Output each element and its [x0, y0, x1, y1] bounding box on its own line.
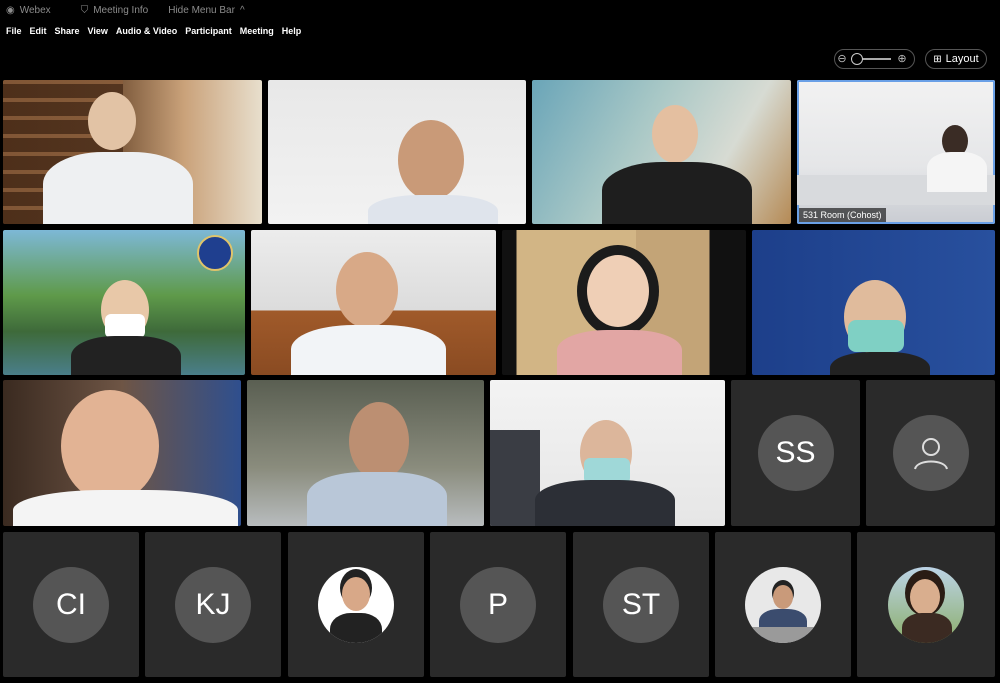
participant-body [602, 162, 752, 224]
participant-head [652, 105, 698, 163]
menu-audio-video[interactable]: Audio & Video [116, 26, 177, 36]
menu-file[interactable]: File [6, 26, 22, 36]
hide-menu-bar-button[interactable]: Hide Menu Bar ^ [168, 5, 249, 16]
layout-label: Layout [945, 53, 979, 65]
webex-app: ◉ Webex [6, 5, 51, 16]
webex-logo-icon: ◉ [6, 4, 15, 16]
participant-body [13, 490, 238, 526]
video-tile-8[interactable] [752, 230, 995, 375]
video-tile-2[interactable] [268, 80, 526, 224]
video-tile-1[interactable] [3, 80, 262, 224]
profile-photo-avatar [745, 566, 821, 643]
participant-body [557, 330, 682, 375]
video-tile-6[interactable] [251, 230, 496, 375]
menu-edit[interactable]: Edit [30, 26, 47, 36]
participant-body [291, 325, 446, 375]
video-tile-9[interactable] [3, 380, 241, 526]
zoom-in-icon[interactable]: ⊕ [895, 52, 909, 66]
participant-tile-st[interactable]: ST [573, 532, 709, 677]
participant-tile-ss[interactable]: SS [731, 380, 860, 526]
participant-body [927, 152, 987, 192]
participant-tile-no-video[interactable] [866, 380, 995, 526]
initials-avatar: KJ [175, 566, 251, 643]
layout-button[interactable]: ⊞ Layout [925, 49, 987, 69]
hide-menu-bar-label: Hide Menu Bar [168, 4, 235, 16]
zoom-slider[interactable] [851, 53, 891, 65]
participant-tile-ci[interactable]: CI [3, 532, 139, 677]
menu-meeting[interactable]: Meeting [240, 26, 274, 36]
initials-avatar: SS [757, 415, 834, 491]
menu-help[interactable]: Help [282, 26, 302, 36]
video-tile-5[interactable] [3, 230, 245, 375]
participant-tile-photo-1[interactable] [288, 532, 424, 677]
tile-name-label: 531 Room (Cohost) [799, 208, 886, 222]
initials-avatar: P [460, 566, 536, 643]
zoom-out-icon[interactable]: ⊖ [835, 52, 849, 66]
grid-layout-icon: ⊞ [933, 53, 942, 65]
initials-avatar: ST [603, 566, 679, 643]
shield-icon: ⛉ [80, 4, 89, 16]
default-user-icon [892, 415, 969, 491]
participant-body [368, 195, 498, 224]
initials-avatar: CI [33, 566, 109, 643]
menu-bar: File Edit Share View Audio & Video Parti… [0, 22, 303, 40]
title-bar: ◉ Webex ⛉ Meeting Info Hide Menu Bar ^ [0, 0, 1000, 20]
participant-body [307, 472, 447, 526]
video-zoom-control: ⊖ ⊕ [834, 49, 915, 69]
video-tile-7[interactable] [502, 230, 746, 375]
profile-photo-avatar [318, 566, 394, 643]
chevron-up-icon: ^ [239, 4, 245, 16]
door [490, 430, 540, 526]
profile-photo-avatar [888, 566, 964, 643]
university-seal-icon [197, 235, 233, 271]
participant-head [398, 120, 464, 200]
participant-head [587, 255, 649, 327]
video-tile-3[interactable] [532, 80, 791, 224]
participant-tile-kj[interactable]: KJ [145, 532, 281, 677]
menu-share[interactable]: Share [55, 26, 80, 36]
participant-head [336, 252, 398, 328]
participant-tile-photo-2[interactable] [715, 532, 851, 677]
video-tile-10[interactable] [247, 380, 484, 526]
zoom-slider-knob[interactable] [851, 53, 863, 65]
participant-tile-p[interactable]: P [430, 532, 566, 677]
video-tile-room-cohost[interactable]: 531 Room (Cohost) [797, 80, 995, 224]
participant-head [349, 402, 409, 480]
participant-head [88, 92, 136, 150]
app-title: Webex [19, 4, 51, 16]
participant-body [71, 336, 181, 375]
meeting-info-button[interactable]: ⛉ Meeting Info [81, 5, 149, 16]
menu-view[interactable]: View [88, 26, 108, 36]
video-tile-11[interactable] [490, 380, 725, 526]
meeting-info-label: Meeting Info [93, 4, 149, 16]
participant-head [61, 390, 159, 502]
participant-tile-photo-3[interactable] [857, 532, 995, 677]
menu-participant[interactable]: Participant [185, 26, 232, 36]
participant-body [830, 352, 930, 375]
participant-body [43, 152, 193, 224]
participant-body [535, 480, 675, 526]
face-mask [848, 320, 904, 352]
face-mask [105, 314, 145, 338]
